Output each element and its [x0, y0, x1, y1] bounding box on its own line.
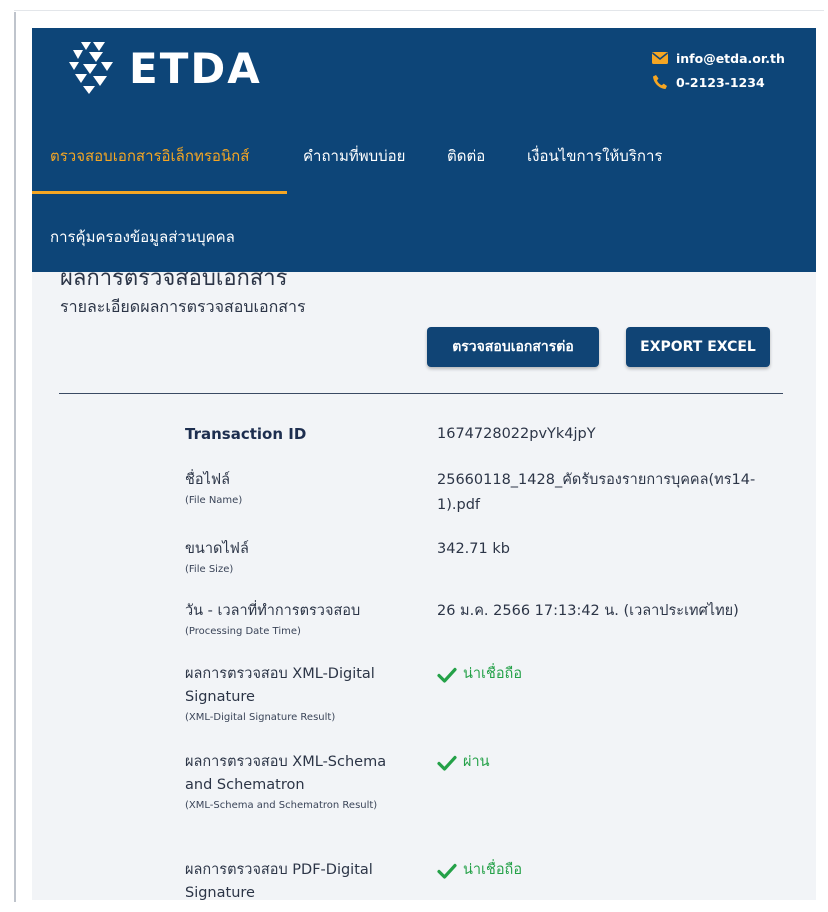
file-size-label-en: (File Size)	[185, 564, 234, 575]
page-subtitle: รายละเอียดผลการตรวจสอบเอกสาร	[60, 297, 306, 316]
processing-time-value: 26 ม.ค. 2566 17:13:42 น. (เวลาประเทศไทย)	[437, 603, 739, 619]
xml-schema-value: ผ่าน	[463, 754, 490, 770]
pdf-signature-status: น่าเชื่อถือ	[437, 858, 782, 883]
site-header: ETDA info@etda.or.th 0-2123-1234 ตรวจสอบ…	[32, 28, 816, 272]
check-icon	[437, 667, 457, 683]
processing-time-label-en: (Processing Date Time)	[185, 626, 301, 637]
nav-terms[interactable]: เงื่อนไขการให้บริการ	[527, 144, 662, 168]
page-viewport[interactable]: ผลการตรวจสอบเอกสาร รายละเอียดผลการตรวจสอ…	[32, 28, 816, 900]
pdf-signature-label: ผลการตรวจสอบ PDF-Digital Signature	[185, 859, 415, 900]
xml-signature-label-en: (XML-Digital Signature Result)	[185, 712, 336, 723]
xml-signature-label: ผลการตรวจสอบ XML-Digital Signature (XML-…	[185, 663, 415, 727]
pdf-signature-label-th: ผลการตรวจสอบ PDF-Digital Signature	[185, 862, 373, 900]
transaction-id-label: Transaction ID	[185, 425, 307, 443]
nav-document-verification[interactable]: ตรวจสอบเอกสารอิเล็กทรอนิกส์	[50, 144, 249, 168]
file-size-value: 342.71 kb	[437, 541, 510, 557]
email-row[interactable]: info@etda.or.th	[652, 46, 785, 70]
xml-schema-label: ผลการตรวจสอบ XML-Schema and Schematron (…	[185, 751, 400, 815]
xml-signature-label-th: ผลการตรวจสอบ XML-Digital Signature	[185, 666, 375, 705]
nav-privacy[interactable]: การคุ้มครองข้อมูลส่วนบุคคล	[50, 225, 235, 249]
xml-signature-value: น่าเชื่อถือ	[463, 666, 523, 682]
envelope-icon	[652, 52, 668, 64]
file-name-label-th: ชื่อไฟล์	[185, 472, 230, 488]
processing-time-label-th: วัน - เวลาที่ทำการตรวจสอบ	[185, 603, 361, 619]
transaction-id-value: 1674728022pvYk4jpY	[437, 426, 596, 442]
check-icon	[437, 863, 457, 879]
file-size-label-th: ขนาดไฟล์	[185, 541, 249, 557]
xml-schema-status: ผ่าน	[437, 750, 782, 775]
file-name-value: 25660118_1428_คัดรับรองรายการบุคคล(ทร14-…	[437, 472, 756, 513]
phone-row[interactable]: 0-2123-1234	[652, 70, 785, 94]
section-divider	[59, 393, 783, 394]
xml-schema-label-en: (XML-Schema and Schematron Result)	[185, 800, 378, 811]
check-icon	[437, 755, 457, 771]
nav-contact[interactable]: ติดต่อ	[447, 144, 485, 168]
email-link[interactable]: info@etda.or.th	[676, 51, 785, 66]
file-name-label: ชื่อไฟล์ (File Name)	[185, 469, 415, 510]
phone-link[interactable]: 0-2123-1234	[676, 75, 765, 90]
phone-icon	[653, 75, 667, 89]
contact-info: info@etda.or.th 0-2123-1234	[652, 46, 785, 94]
logo-wordmark: ETDA	[129, 43, 262, 93]
processing-time-label: วัน - เวลาที่ทำการตรวจสอบ (Processing Da…	[185, 600, 415, 641]
xml-signature-status: น่าเชื่อถือ	[437, 662, 782, 687]
etda-logo-mark-icon	[69, 42, 113, 94]
nav-faq[interactable]: คำถามที่พบบ่อย	[303, 144, 405, 168]
window-top-edge	[14, 10, 824, 11]
pdf-signature-value: น่าเชื่อถือ	[463, 862, 523, 878]
etda-logo[interactable]: ETDA	[67, 40, 262, 96]
xml-schema-label-th: ผลการตรวจสอบ XML-Schema and Schematron	[185, 754, 387, 793]
nav-active-indicator	[32, 191, 287, 194]
file-name-label-en: (File Name)	[185, 495, 243, 506]
file-size-label: ขนาดไฟล์ (File Size)	[185, 538, 415, 579]
verify-more-button[interactable]: ตรวจสอบเอกสารต่อ	[427, 327, 599, 367]
export-excel-button[interactable]: EXPORT EXCEL	[626, 327, 770, 367]
window-left-edge	[14, 12, 16, 902]
